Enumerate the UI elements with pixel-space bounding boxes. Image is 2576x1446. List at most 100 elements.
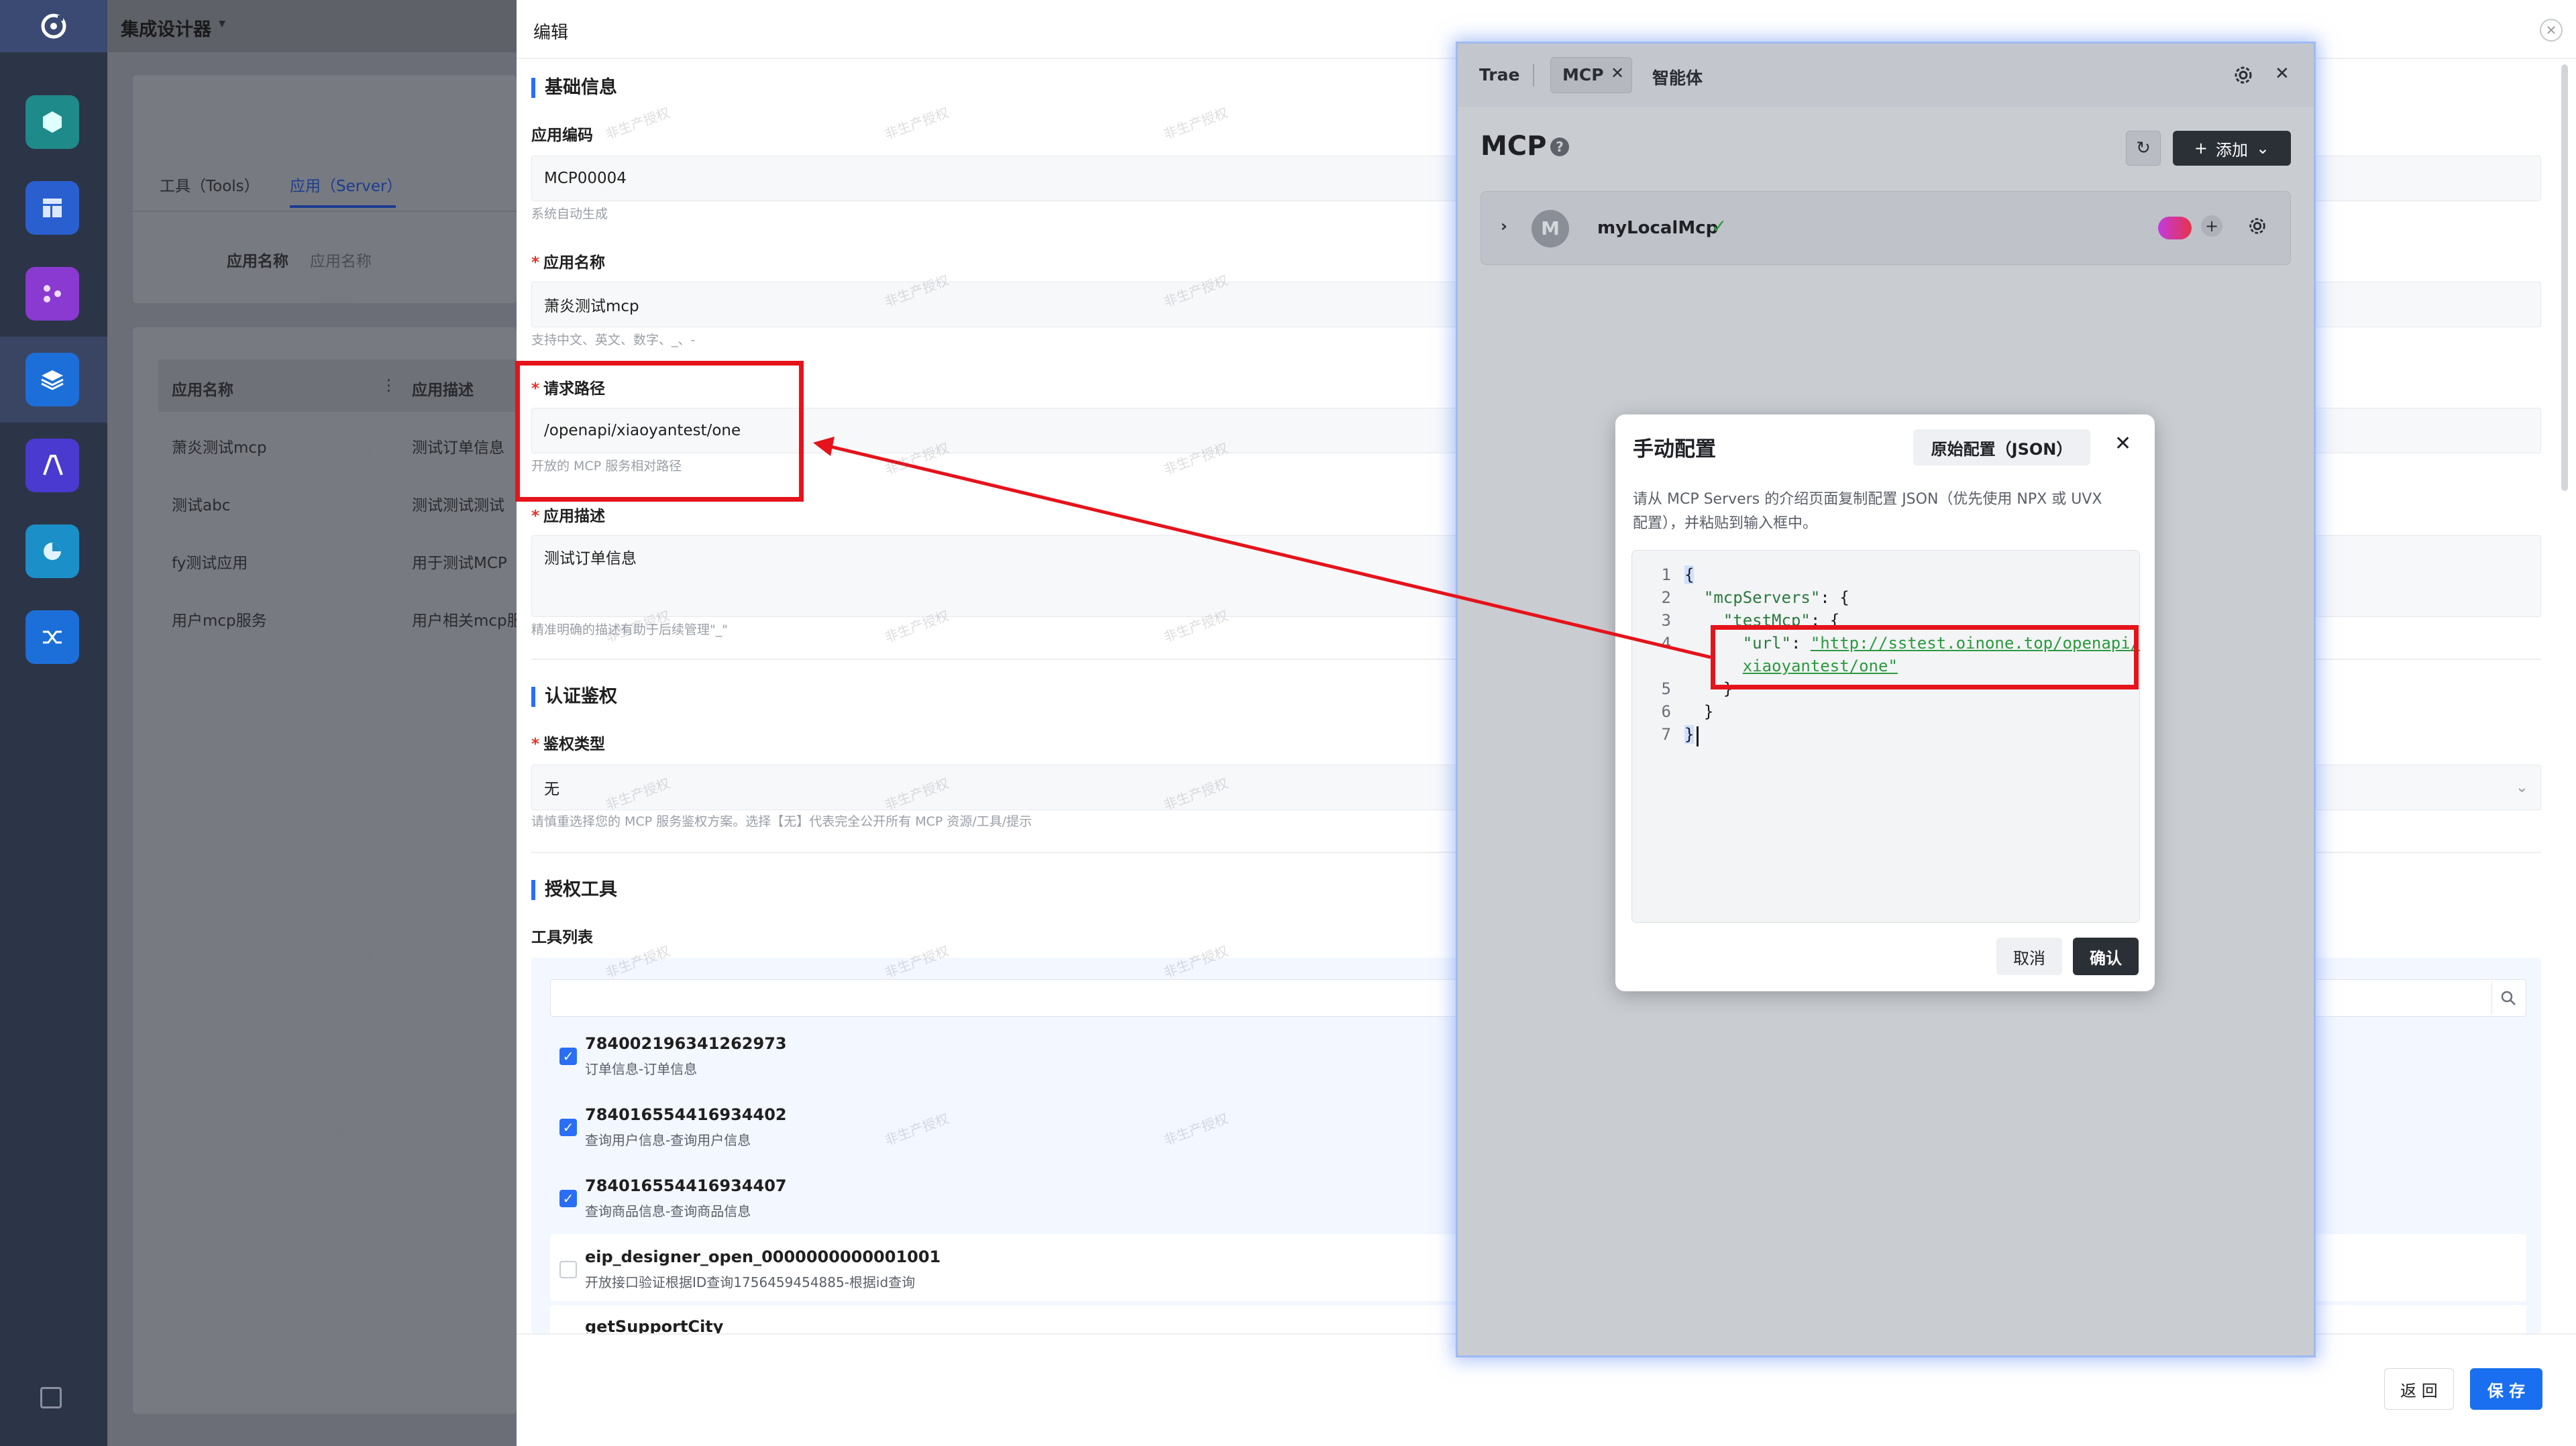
table-cell: 用户相关mcp服	[412, 612, 517, 630]
collapse-sidebar-icon[interactable]	[40, 1387, 62, 1408]
code-line: {	[1684, 565, 1695, 584]
json-code-editor[interactable]: 1 { 2 "mcpServers": { 3 "testMcp": { 4 "…	[1631, 550, 2140, 923]
tab-agent[interactable]: 智能体	[1652, 65, 1703, 89]
tool-desc: 订单信息-订单信息	[585, 1061, 698, 1077]
back-button[interactable]: 返 回	[2384, 1368, 2454, 1410]
desc-label: * 应用描述	[531, 508, 606, 525]
ai-icon[interactable]	[25, 439, 79, 492]
section-basic-info: 基础信息	[531, 78, 617, 98]
shuffle-icon[interactable]	[25, 610, 79, 664]
tab-divider	[133, 211, 517, 212]
server-settings-icon[interactable]	[2247, 215, 2268, 239]
line-number: 7	[1661, 725, 1671, 744]
text-cursor	[1697, 726, 1699, 746]
col-app-name: 应用名称	[172, 382, 233, 399]
tool-desc: 查询商品信息-查询商品信息	[585, 1203, 751, 1219]
tab-underline	[290, 205, 396, 208]
auth-type-label-text: 鉴权类型	[543, 736, 606, 753]
add-small-icon[interactable]: +	[2201, 215, 2222, 237]
drawer-scrollbar[interactable]	[2561, 64, 2568, 491]
code-line: }	[1684, 702, 1714, 721]
layers-icon[interactable]	[25, 353, 79, 406]
table-cell: 用于测试MCP	[412, 555, 507, 572]
tool-name: getSupportCity	[585, 1317, 724, 1333]
modal-desc-line1: 请从 MCP Servers 的介绍页面复制配置 JSON（优先使用 NPX 或…	[1633, 491, 2102, 508]
check-icon: ✓	[1711, 215, 1727, 237]
tab-mcp-label: MCP	[1562, 65, 1604, 85]
app-title[interactable]: 集成设计器	[121, 15, 211, 41]
desc-label-text: 应用描述	[543, 508, 606, 525]
tool-checkbox[interactable]: ✓	[559, 1190, 577, 1207]
avatar: M	[1532, 210, 1569, 247]
line-number: 5	[1661, 679, 1671, 698]
filter-input[interactable]: 应用名称	[310, 248, 372, 271]
tab-trae[interactable]: Trae	[1479, 65, 1519, 85]
section-auth: 认证鉴权	[531, 687, 617, 707]
chevron-right-icon[interactable]: ›	[1501, 217, 1507, 235]
modal-desc-line2: 配置），并粘贴到输入框中。	[1633, 515, 1818, 532]
annotation-box-url	[1711, 625, 2139, 689]
service-logo-icon	[2158, 217, 2192, 239]
section-tools: 授权工具	[531, 880, 617, 900]
modal-close-icon[interactable]: ✕	[2114, 432, 2131, 455]
search-icon[interactable]	[2491, 982, 2524, 1014]
code-line: "mcpServers": {	[1703, 588, 1849, 607]
filter-label: 应用名称	[227, 253, 288, 270]
line-number: 6	[1661, 702, 1671, 721]
cancel-button[interactable]: 取消	[1996, 938, 2062, 975]
add-button[interactable]: + 添加 ⌄	[2173, 131, 2291, 166]
name-label-text: 应用名称	[543, 254, 606, 272]
code-label: 应用编码	[531, 127, 593, 144]
col-menu-icon[interactable]: ⋮	[381, 377, 396, 394]
tool-checkbox[interactable]: ✓	[559, 1119, 577, 1136]
flow-icon[interactable]	[25, 267, 79, 321]
tab-tools[interactable]: 工具（Tools）	[160, 173, 260, 196]
refresh-icon[interactable]: ↻	[2126, 131, 2161, 166]
help-icon[interactable]: ?	[1550, 137, 1569, 156]
table-row[interactable]: fy测试应用	[172, 550, 248, 573]
save-button[interactable]: 保 存	[2470, 1368, 2542, 1410]
layout-icon[interactable]	[25, 181, 79, 235]
table-row[interactable]: 萧炎测试mcp	[172, 435, 267, 457]
code-value: MCP00004	[544, 170, 627, 187]
tool-name: 784016554416934402	[585, 1105, 787, 1124]
desc-value: 测试订单信息	[544, 550, 637, 567]
tab-close-icon[interactable]: ✕	[1611, 64, 1624, 82]
add-label: 添加	[2216, 140, 2248, 160]
panel-close-icon[interactable]: ✕	[2275, 64, 2290, 84]
auth-type-hint: 请慎重选择您的 MCP 服务鉴权方案。选择【无】代表完全公开所有 MCP 资源/…	[531, 814, 1032, 829]
gear-icon[interactable]	[2232, 64, 2255, 89]
tool-desc: 查询用户信息-查询用户信息	[585, 1132, 751, 1148]
annotation-box-path	[515, 361, 804, 502]
chevron-down-icon: ⌄	[2256, 139, 2270, 158]
raw-config-button[interactable]: 原始配置（JSON）	[1913, 429, 2090, 465]
tab-divider	[1533, 64, 1534, 87]
line-number: 1	[1661, 565, 1671, 584]
tool-checkbox[interactable]: ✓	[559, 1048, 577, 1065]
code-hint: 系统自动生成	[531, 207, 608, 221]
tab-server[interactable]: 应用（Server）	[290, 173, 402, 196]
line-number: 3	[1661, 611, 1671, 630]
tool-name: 784002196341262973	[585, 1034, 787, 1053]
tool-name: eip_designer_open_0000000000001001	[585, 1247, 941, 1266]
plus-icon: +	[2194, 139, 2208, 158]
table-row[interactable]: 测试abc	[172, 492, 230, 515]
auth-type-value: 无	[544, 781, 559, 798]
chevron-down-icon: ⌄	[2515, 779, 2528, 796]
code-key: "mcpServers"	[1703, 588, 1821, 607]
chevron-down-icon[interactable]: ▾	[219, 15, 225, 31]
modal-title: 手动配置	[1633, 437, 1716, 461]
line-number: 2	[1661, 588, 1671, 607]
col-app-desc: 应用描述	[412, 382, 474, 399]
mcp-title: MCP	[1481, 131, 1547, 162]
app-logo[interactable]	[0, 0, 107, 52]
auth-type-label: * 鉴权类型	[531, 736, 606, 753]
cube-icon[interactable]	[25, 95, 79, 149]
drawer-close-icon[interactable]: ✕	[2540, 19, 2563, 42]
tool-name: 784016554416934407	[585, 1176, 787, 1195]
pie-chart-icon[interactable]	[25, 524, 79, 578]
confirm-button[interactable]: 确认	[2073, 938, 2139, 975]
tool-checkbox[interactable]	[559, 1261, 577, 1278]
name-label: * 应用名称	[531, 254, 606, 272]
table-row[interactable]: 用户mcp服务	[172, 608, 267, 630]
